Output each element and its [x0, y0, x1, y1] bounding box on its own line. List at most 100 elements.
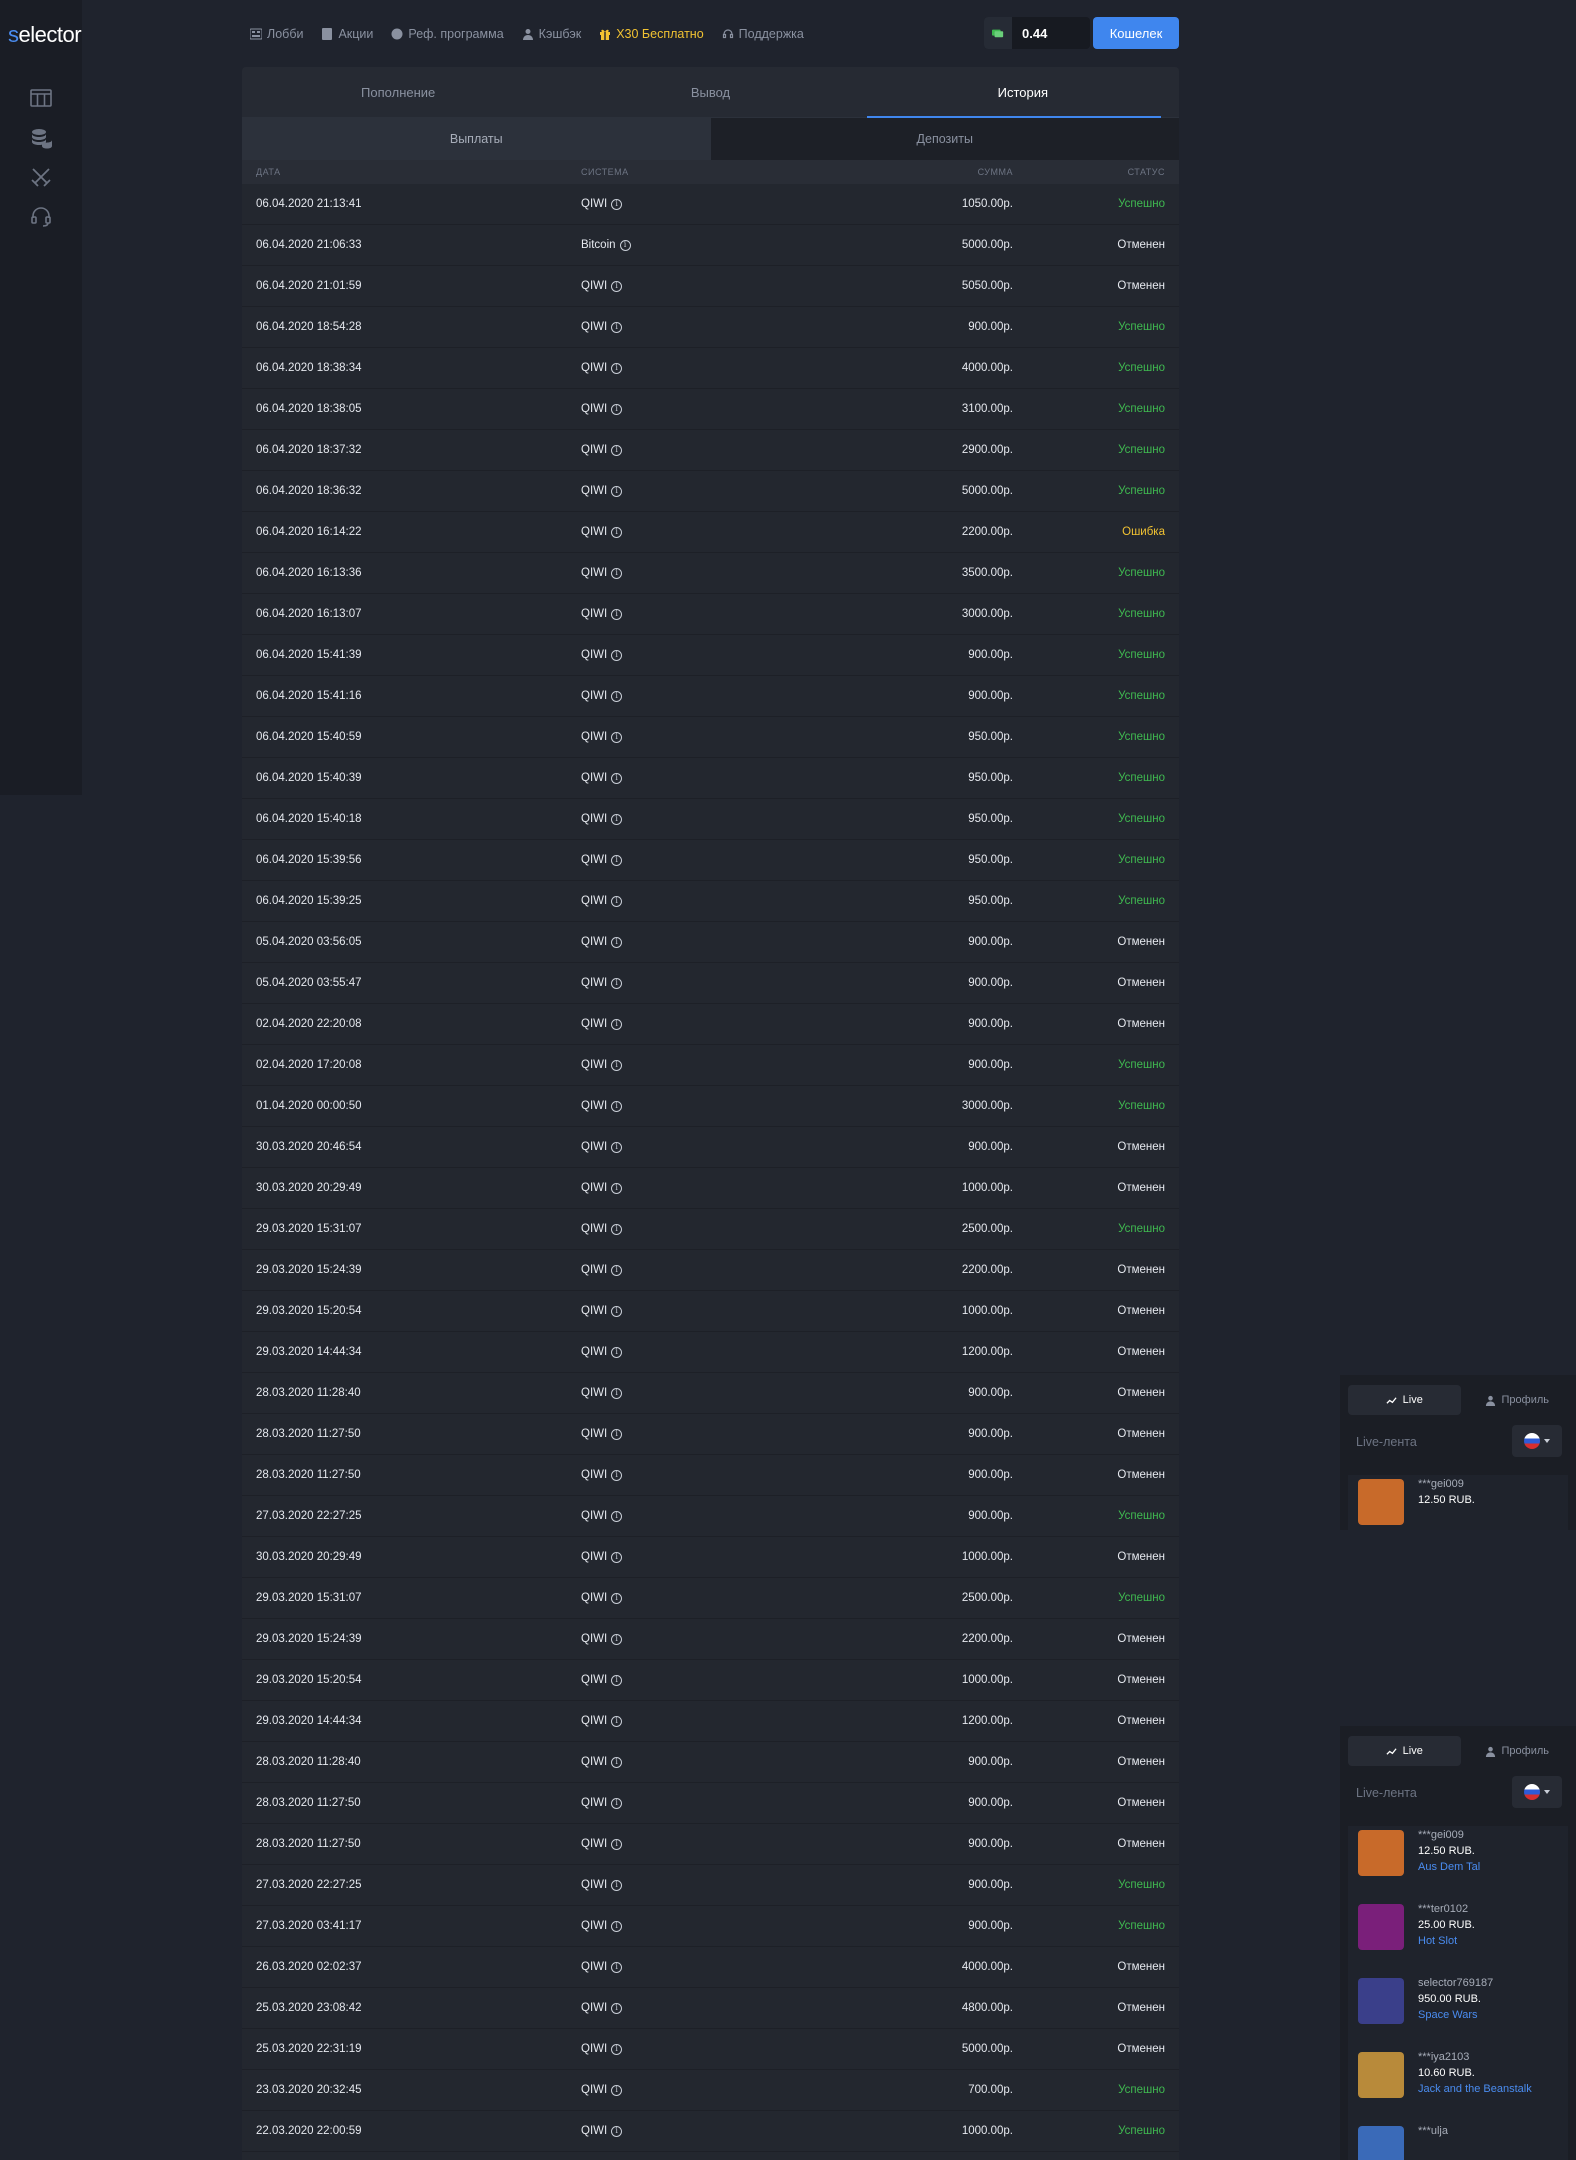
slots-icon[interactable] [29, 86, 53, 110]
nav-promos[interactable]: Акции [321, 27, 373, 41]
balance-display[interactable]: 0.44 [984, 17, 1090, 49]
nav-referral-label: Реф. программа [408, 27, 504, 41]
tab-deposit[interactable]: Пополнение [242, 67, 554, 117]
info-icon[interactable]: i [611, 1182, 623, 1194]
info-icon[interactable]: i [611, 1633, 623, 1645]
row-status: Отменен [1117, 1428, 1165, 1440]
info-icon[interactable]: i [611, 321, 623, 333]
tab-live[interactable]: Live [1348, 1736, 1461, 1766]
tab-live[interactable]: Live [1348, 1385, 1461, 1415]
info-icon[interactable]: i [611, 731, 623, 743]
wallet-button[interactable]: Кошелек [1093, 17, 1179, 49]
info-icon[interactable]: i [611, 1838, 623, 1850]
info-icon[interactable]: i [611, 1387, 623, 1399]
info-icon[interactable]: i [611, 1961, 623, 1973]
info-icon[interactable]: i [611, 2084, 623, 2096]
info-icon[interactable]: i [611, 567, 623, 579]
live-feed: ***gei009 12.50 RUB. [1348, 1475, 1568, 1530]
info-icon[interactable]: i [611, 854, 623, 866]
row-system: Bitcoin i [581, 239, 781, 251]
nav-cashback[interactable]: Кэшбэк [522, 27, 581, 41]
row-date: 29.03.2020 15:20:54 [256, 1674, 362, 1686]
info-icon[interactable]: i [611, 772, 623, 784]
row-status: Успешно [1118, 1920, 1165, 1932]
info-icon[interactable]: i [611, 649, 623, 661]
nav-referral[interactable]: Реф. программа [391, 27, 504, 41]
system-name: QIWI [581, 1264, 608, 1276]
info-icon[interactable]: i [611, 1223, 623, 1235]
info-icon[interactable]: i [611, 1879, 623, 1891]
info-icon[interactable]: i [611, 2002, 623, 2014]
info-icon[interactable]: i [611, 1920, 623, 1932]
feed-item[interactable]: ***gei009 12.50 RUB. [1348, 1475, 1568, 1530]
table-row: 22.03.2020 22:00:59 QIWI i 1000.00р. Успешно [242, 2111, 1179, 2152]
info-icon[interactable]: i [611, 1469, 623, 1481]
headset-icon[interactable] [29, 204, 53, 228]
feed-item[interactable]: ***iya2103 10.60 RUB. Jack and the Beansta… [1348, 2048, 1568, 2122]
tab-withdraw[interactable]: Вывод [554, 67, 866, 117]
coins-icon[interactable] [29, 126, 53, 150]
info-icon[interactable]: i [619, 239, 631, 251]
feed-game-link[interactable]: Jack and the Beanstalk [1418, 2083, 1532, 2095]
nav-lobby[interactable]: Лобби [250, 27, 303, 41]
system-name: QIWI [581, 1346, 608, 1358]
info-icon[interactable]: i [611, 1018, 623, 1030]
info-icon[interactable]: i [611, 1756, 623, 1768]
info-icon[interactable]: i [611, 608, 623, 620]
info-icon[interactable]: i [611, 526, 623, 538]
info-icon[interactable]: i [611, 1100, 623, 1112]
info-icon[interactable]: i [611, 1264, 623, 1276]
info-icon[interactable]: i [611, 813, 623, 825]
row-status: Успешно [1118, 567, 1165, 579]
info-icon[interactable]: i [611, 2043, 623, 2055]
info-icon[interactable]: i [611, 1674, 623, 1686]
info-icon[interactable]: i [611, 977, 623, 989]
info-icon[interactable]: i [611, 1141, 623, 1153]
info-icon[interactable]: i [611, 1510, 623, 1522]
tab-history[interactable]: История [866, 67, 1179, 118]
system-name: QIWI [581, 731, 608, 743]
info-icon[interactable]: i [611, 1797, 623, 1809]
feed-game-link[interactable]: Hot Slot [1418, 1935, 1457, 1947]
table-row: 29.03.2020 15:20:54 QIWI i 1000.00р. Отменен [242, 1660, 1179, 1701]
table-row: 06.04.2020 18:38:34 QIWI i 4000.00р. Успешно [242, 348, 1179, 389]
language-select[interactable] [1512, 1425, 1562, 1457]
info-icon[interactable]: i [611, 280, 623, 292]
row-system: QIWI i [581, 1059, 781, 1071]
feed-item[interactable]: ***ulja [1348, 2122, 1568, 2160]
info-icon[interactable]: i [611, 1428, 623, 1440]
info-icon[interactable]: i [611, 1551, 623, 1563]
info-icon[interactable]: i [611, 403, 623, 415]
info-icon[interactable]: i [611, 1059, 623, 1071]
tab-profile[interactable]: Профиль [1461, 1736, 1574, 1766]
feed-game-link[interactable]: Space Wars [1418, 2009, 1478, 2021]
row-status: Отменен [1117, 1961, 1165, 1973]
info-icon[interactable]: i [611, 1715, 623, 1727]
subtab-payouts[interactable]: Выплаты [242, 118, 711, 160]
swords-icon[interactable] [29, 165, 53, 189]
feed-item[interactable]: selector769187 950.00 RUB. Space Wars [1348, 1974, 1568, 2048]
row-sum: 5000.00р. [961, 2043, 1013, 2055]
info-icon[interactable]: i [611, 936, 623, 948]
subtab-deposits[interactable]: Депозиты [710, 118, 1179, 160]
feed-game-link[interactable]: Aus Dem Tal [1418, 1861, 1480, 1873]
row-system: QIWI i [581, 895, 781, 907]
info-icon[interactable]: i [611, 1592, 623, 1604]
feed-item[interactable]: ***gei009 12.50 RUB. Aus Dem Tal [1348, 1826, 1568, 1900]
feed-item[interactable]: ***ter0102 25.00 RUB. Hot Slot [1348, 1900, 1568, 1974]
info-icon[interactable]: i [611, 362, 623, 374]
row-status: Отменен [1117, 1674, 1165, 1686]
language-select[interactable] [1512, 1776, 1562, 1808]
nav-support[interactable]: Поддержка [722, 27, 804, 41]
info-icon[interactable]: i [611, 690, 623, 702]
logo[interactable]: selector [8, 22, 82, 48]
info-icon[interactable]: i [611, 198, 623, 210]
info-icon[interactable]: i [611, 895, 623, 907]
tab-profile[interactable]: Профиль [1461, 1385, 1574, 1415]
info-icon[interactable]: i [611, 2125, 623, 2137]
nav-x30[interactable]: X30 Бесплатно [599, 27, 704, 41]
info-icon[interactable]: i [611, 1346, 623, 1358]
info-icon[interactable]: i [611, 1305, 623, 1317]
info-icon[interactable]: i [611, 485, 623, 497]
info-icon[interactable]: i [611, 444, 623, 456]
